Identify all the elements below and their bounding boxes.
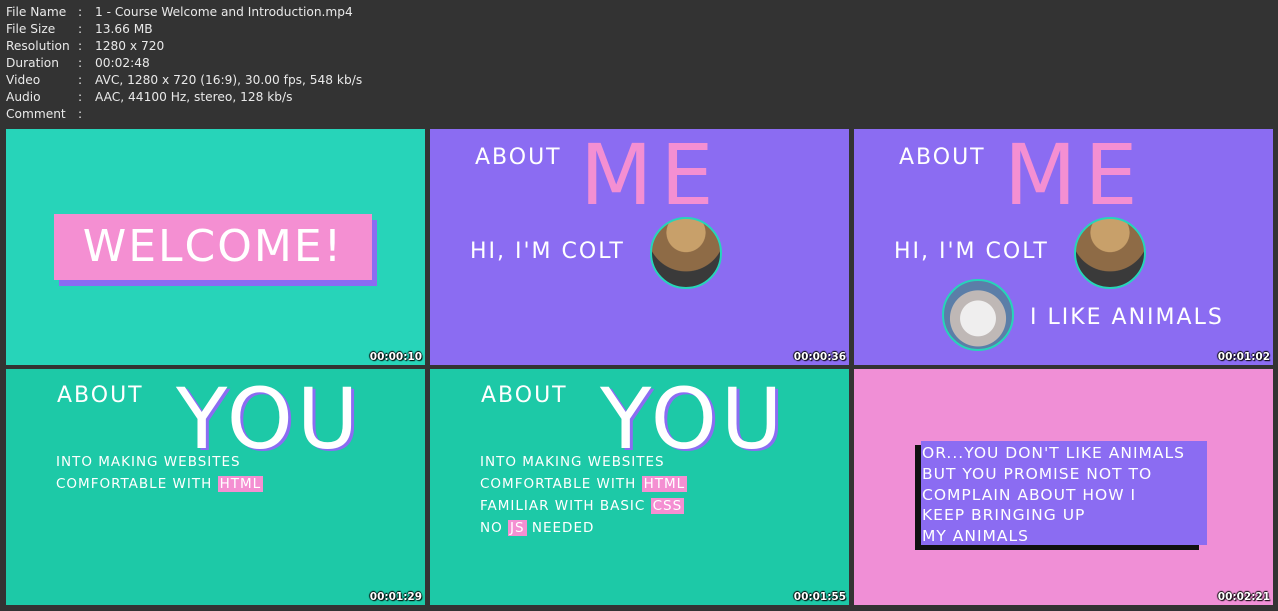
- about-heading: ABOUT: [899, 145, 986, 170]
- timestamp: 00:01:29: [369, 591, 422, 603]
- info-row-file-size: File Size : 13.66 MB: [6, 21, 362, 38]
- welcome-text: WELCOME!: [54, 214, 372, 280]
- info-value: 1280 x 720: [95, 39, 165, 53]
- html-highlight: HTML: [641, 476, 688, 492]
- me-heading: ME: [1004, 129, 1146, 224]
- thumbnail-welcome[interactable]: WELCOME! 00:00:10: [6, 129, 425, 365]
- info-separator: :: [78, 22, 83, 36]
- you-line-text: NEEDED: [531, 520, 595, 536]
- timestamp: 00:02:21: [1217, 591, 1270, 603]
- info-value: 00:02:48: [95, 56, 150, 70]
- thumbnail-about-you[interactable]: ABOUT YOU INTO MAKING WEBSITES COMFORTAB…: [6, 369, 425, 605]
- info-row-video: Video : AVC, 1280 x 720 (16:9), 30.00 fp…: [6, 72, 362, 89]
- info-label: Duration: [6, 56, 59, 70]
- info-label: File Size: [6, 22, 56, 36]
- you-line-text: FAMILIAR WITH BASIC: [480, 498, 646, 514]
- info-label: Video: [6, 73, 41, 87]
- timestamp: 00:01:55: [793, 591, 846, 603]
- colt-avatar: [1074, 217, 1146, 289]
- you-heading: YOU: [176, 370, 363, 468]
- info-row-file-name: File Name : 1 - Course Welcome and Intro…: [6, 4, 362, 21]
- timestamp: 00:00:10: [369, 351, 422, 363]
- css-highlight: CSS: [650, 498, 685, 514]
- info-row-audio: Audio : AAC, 44100 Hz, stereo, 128 kb/s: [6, 89, 362, 106]
- timestamp: 00:00:36: [793, 351, 846, 363]
- you-line-1: INTO MAKING WEBSITES: [56, 454, 241, 470]
- you-line-text: COMFORTABLE WITH: [56, 476, 213, 492]
- info-row-resolution: Resolution : 1280 x 720: [6, 38, 362, 55]
- you-line-1: INTO MAKING WEBSITES: [480, 454, 665, 470]
- you-line-2: COMFORTABLE WITH HTML: [56, 476, 264, 492]
- info-row-duration: Duration : 00:02:48: [6, 55, 362, 72]
- quote-line: MY ANIMALS: [922, 527, 1029, 546]
- cat-avatar: [942, 279, 1014, 351]
- info-separator: :: [78, 56, 83, 70]
- about-heading: ABOUT: [481, 383, 568, 408]
- info-row-comment: Comment :: [6, 106, 362, 123]
- you-line-2: COMFORTABLE WITH HTML: [480, 476, 688, 492]
- you-line-3: FAMILIAR WITH BASIC CSS: [480, 498, 685, 514]
- info-label: Audio: [6, 90, 41, 104]
- timestamp: 00:01:02: [1217, 351, 1270, 363]
- you-line-text: COMFORTABLE WITH: [480, 476, 637, 492]
- info-value: AAC, 44100 Hz, stereo, 128 kb/s: [95, 90, 293, 104]
- info-value: AVC, 1280 x 720 (16:9), 30.00 fps, 548 k…: [95, 73, 363, 87]
- info-separator: :: [78, 5, 83, 19]
- js-highlight: JS: [508, 520, 527, 536]
- info-value: 1 - Course Welcome and Introduction.mp4: [95, 5, 353, 19]
- file-info-panel: File Name : 1 - Course Welcome and Intro…: [6, 4, 362, 123]
- info-separator: :: [78, 73, 83, 87]
- info-value: 13.66 MB: [95, 22, 153, 36]
- info-label: Resolution: [6, 39, 70, 53]
- info-separator: :: [78, 90, 83, 104]
- info-label: File Name: [6, 5, 67, 19]
- quote-line: KEEP BRINGING UP: [922, 506, 1086, 525]
- thumbnail-about-you-full[interactable]: ABOUT YOU INTO MAKING WEBSITES COMFORTAB…: [430, 369, 849, 605]
- welcome-banner: WELCOME!: [54, 214, 377, 286]
- quote-line: BUT YOU PROMISE NOT TO: [922, 464, 1153, 483]
- thumbnail-about-me[interactable]: ABOUT ME HI, I'M COLT 00:00:36: [430, 129, 849, 365]
- info-separator: :: [78, 39, 83, 53]
- about-heading: ABOUT: [57, 383, 144, 408]
- thumbnail-animals-quote[interactable]: OR...YOU DON'T LIKE ANIMALS BUT YOU PROM…: [854, 369, 1273, 605]
- likes-animals-text: I LIKE ANIMALS: [1030, 305, 1224, 330]
- you-line-4: NO JS NEEDED: [480, 520, 594, 536]
- hi-colt-text: HI, I'M COLT: [894, 239, 1049, 264]
- hi-colt-text: HI, I'M COLT: [470, 239, 625, 264]
- info-label: Comment: [6, 107, 66, 121]
- thumbnail-about-me-animals[interactable]: ABOUT ME HI, I'M COLT I LIKE ANIMALS 00:…: [854, 129, 1273, 365]
- html-highlight: HTML: [217, 476, 264, 492]
- quote-line: COMPLAIN ABOUT HOW I: [922, 485, 1137, 504]
- about-heading: ABOUT: [475, 145, 562, 170]
- info-separator: :: [78, 107, 83, 121]
- me-heading: ME: [580, 129, 722, 224]
- quote-line: OR...YOU DON'T LIKE ANIMALS: [922, 444, 1185, 462]
- you-line-text: NO: [480, 520, 503, 536]
- you-heading: YOU: [600, 370, 787, 468]
- quote-text: OR...YOU DON'T LIKE ANIMALS BUT YOU PROM…: [922, 443, 1185, 547]
- colt-avatar: [650, 217, 722, 289]
